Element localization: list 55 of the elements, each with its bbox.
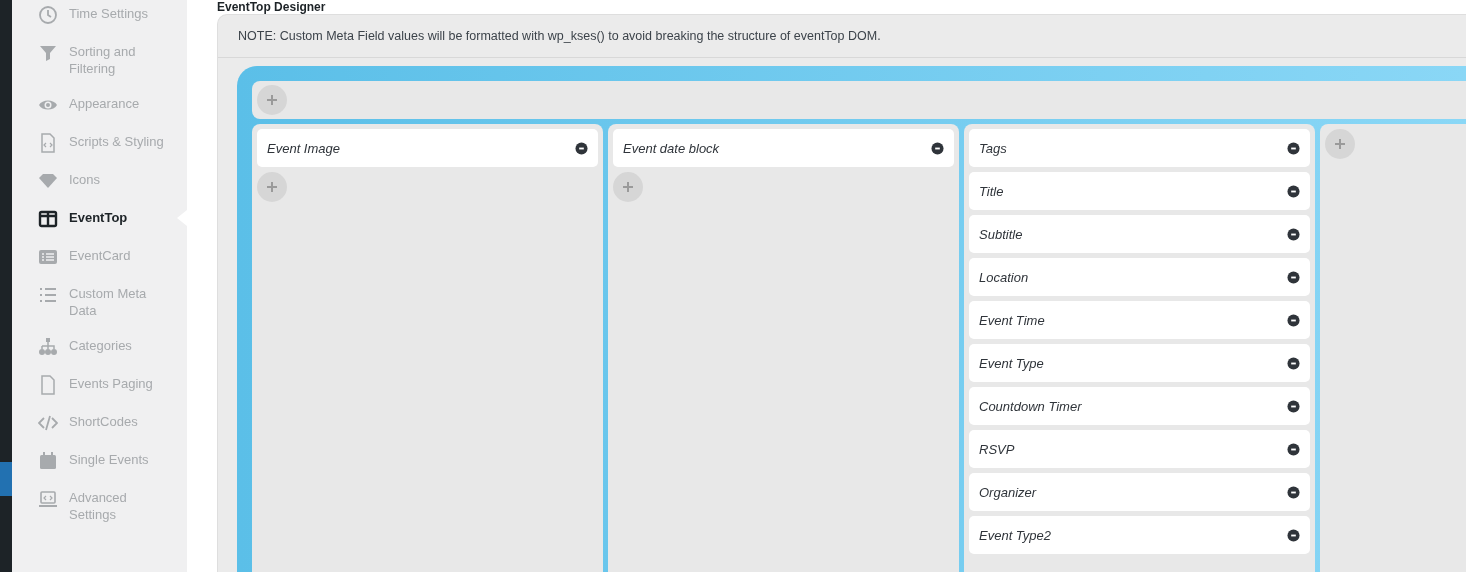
field-label: Event Type [979, 355, 1044, 371]
field-row[interactable]: RSVP [969, 430, 1310, 468]
remove-icon[interactable] [1287, 399, 1300, 413]
hierarchy-icon [38, 337, 58, 357]
field-label: Countdown Timer [979, 398, 1082, 414]
plus-icon [1334, 138, 1346, 150]
field-row[interactable]: Event Type [969, 344, 1310, 382]
columns-icon [38, 209, 58, 229]
remove-icon[interactable] [1287, 356, 1300, 370]
remove-icon[interactable] [1287, 227, 1300, 241]
field-row[interactable]: Organizer [969, 473, 1310, 511]
plus-icon [266, 181, 278, 193]
remove-icon[interactable] [1287, 184, 1300, 198]
field-row[interactable]: Subtitle [969, 215, 1310, 253]
plus-icon [266, 94, 278, 106]
field-label: Event date block [623, 140, 720, 156]
remove-icon[interactable] [1287, 313, 1300, 327]
code-icon [38, 413, 58, 433]
field-row[interactable]: Countdown Timer [969, 387, 1310, 425]
field-row[interactable]: Event Time [969, 301, 1310, 339]
field-label: Organizer [979, 484, 1037, 500]
field-row[interactable]: Event date block [613, 129, 954, 167]
admin-menu-indicator [0, 462, 12, 496]
page-icon [38, 375, 58, 395]
field-label: Event Image [267, 140, 340, 156]
field-label: Title [979, 183, 1004, 199]
list-icon [38, 285, 58, 305]
sidebar-item[interactable]: EventTop [12, 206, 187, 244]
funnel-icon [38, 43, 58, 63]
field-row[interactable]: Event Image [257, 129, 598, 167]
field-label: Location [979, 269, 1029, 285]
field-label: Event Type2 [979, 527, 1052, 543]
field-label: Subtitle [979, 226, 1023, 242]
clock-icon [38, 5, 58, 25]
list-card-icon [38, 247, 58, 267]
remove-icon[interactable] [575, 141, 588, 155]
plus-icon [622, 181, 634, 193]
calendar-icon [38, 451, 58, 471]
field-row[interactable]: Location [969, 258, 1310, 296]
field-row[interactable]: Event Type2 [969, 516, 1310, 554]
field-label: Event Time [979, 312, 1045, 328]
field-label: RSVP [979, 441, 1015, 457]
field-row[interactable]: Tags [969, 129, 1310, 167]
remove-icon[interactable] [1287, 485, 1300, 499]
remove-icon[interactable] [1287, 270, 1300, 284]
remove-icon[interactable] [1287, 442, 1300, 456]
file-code-icon [38, 133, 58, 153]
remove-icon[interactable] [1287, 528, 1300, 542]
section-title: EventTop Designer [217, 0, 327, 14]
field-label: Tags [979, 140, 1007, 156]
remove-icon[interactable] [1287, 141, 1300, 155]
field-row[interactable]: Title [969, 172, 1310, 210]
laptop-icon [38, 489, 58, 509]
note-text: NOTE: Custom Meta Field values will be formatted with wp_kses() to avoid breaking the structure of eventTop DOM. [218, 15, 1466, 58]
remove-icon[interactable] [931, 141, 944, 155]
